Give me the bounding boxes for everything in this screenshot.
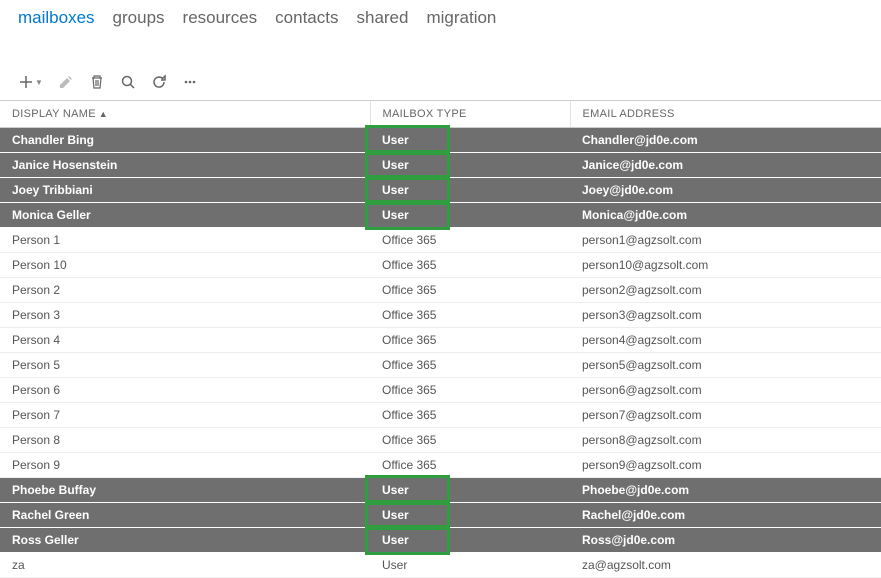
- cell-email: person9@agzsolt.com: [570, 453, 881, 478]
- cell-email: Joey@jd0e.com: [570, 178, 881, 203]
- cell-display-name: Person 8: [0, 428, 370, 453]
- cell-display-name: Person 7: [0, 403, 370, 428]
- mailbox-table: DISPLAY NAME MAILBOX TYPE EMAIL ADDRESS …: [0, 100, 881, 578]
- cell-mailbox-type: User: [370, 153, 570, 178]
- table-row[interactable]: Phoebe BuffayUserPhoebe@jd0e.com: [0, 478, 881, 503]
- nav-tabs: mailboxes groups resources contacts shared mi…: [0, 0, 881, 34]
- table-row[interactable]: Person 3Office 365person3@agzsolt.com: [0, 303, 881, 328]
- chevron-down-icon: ▼: [35, 78, 43, 87]
- cell-display-name: Ross Geller: [0, 528, 370, 553]
- toolbar: ▼: [0, 34, 881, 100]
- cell-mailbox-type: Office 365: [370, 303, 570, 328]
- table-row[interactable]: zaUserza@agzsolt.com: [0, 553, 881, 578]
- refresh-button[interactable]: [151, 74, 167, 90]
- cell-display-name: Person 4: [0, 328, 370, 353]
- table-row[interactable]: Rachel GreenUserRachel@jd0e.com: [0, 503, 881, 528]
- cell-email: person5@agzsolt.com: [570, 353, 881, 378]
- cell-display-name: Person 10: [0, 253, 370, 278]
- table-row[interactable]: Person 9Office 365person9@agzsolt.com: [0, 453, 881, 478]
- cell-display-name: Person 3: [0, 303, 370, 328]
- cell-email: Chandler@jd0e.com: [570, 128, 881, 153]
- tab-shared[interactable]: shared: [356, 8, 408, 28]
- table-row[interactable]: Person 4Office 365person4@agzsolt.com: [0, 328, 881, 353]
- cell-mailbox-type: Office 365: [370, 453, 570, 478]
- cell-email: person6@agzsolt.com: [570, 378, 881, 403]
- cell-mailbox-type: User: [370, 203, 570, 228]
- tab-contacts[interactable]: contacts: [275, 8, 338, 28]
- cell-email: person4@agzsolt.com: [570, 328, 881, 353]
- table-row[interactable]: Person 1Office 365person1@agzsolt.com: [0, 228, 881, 253]
- tab-migration[interactable]: migration: [426, 8, 496, 28]
- table-row[interactable]: Person 7Office 365person7@agzsolt.com: [0, 403, 881, 428]
- header-mailbox-type[interactable]: MAILBOX TYPE: [370, 101, 570, 128]
- table-row[interactable]: Person 10Office 365person10@agzsolt.com: [0, 253, 881, 278]
- cell-display-name: Monica Geller: [0, 203, 370, 228]
- table-row[interactable]: Janice HosensteinUserJanice@jd0e.com: [0, 153, 881, 178]
- cell-mailbox-type: User: [370, 528, 570, 553]
- cell-display-name: Janice Hosenstein: [0, 153, 370, 178]
- cell-mailbox-type: Office 365: [370, 253, 570, 278]
- cell-mailbox-type: Office 365: [370, 353, 570, 378]
- table-row[interactable]: Monica GellerUserMonica@jd0e.com: [0, 203, 881, 228]
- cell-mailbox-type: Office 365: [370, 278, 570, 303]
- cell-display-name: Person 2: [0, 278, 370, 303]
- cell-mailbox-type: User: [370, 178, 570, 203]
- cell-display-name: Joey Tribbiani: [0, 178, 370, 203]
- cell-email: za@agzsolt.com: [570, 553, 881, 578]
- cell-mailbox-type: Office 365: [370, 328, 570, 353]
- header-email[interactable]: EMAIL ADDRESS: [570, 101, 881, 128]
- cell-email: Rachel@jd0e.com: [570, 503, 881, 528]
- cell-display-name: Person 5: [0, 353, 370, 378]
- more-button[interactable]: [182, 74, 198, 90]
- cell-mailbox-type: Office 365: [370, 428, 570, 453]
- cell-email: person7@agzsolt.com: [570, 403, 881, 428]
- table-row[interactable]: Joey TribbianiUserJoey@jd0e.com: [0, 178, 881, 203]
- cell-email: Phoebe@jd0e.com: [570, 478, 881, 503]
- cell-email: Ross@jd0e.com: [570, 528, 881, 553]
- table-row[interactable]: Person 8Office 365person8@agzsolt.com: [0, 428, 881, 453]
- cell-mailbox-type: Office 365: [370, 403, 570, 428]
- table-row[interactable]: Person 2Office 365person2@agzsolt.com: [0, 278, 881, 303]
- cell-email: person10@agzsolt.com: [570, 253, 881, 278]
- table-row[interactable]: Chandler BingUserChandler@jd0e.com: [0, 128, 881, 153]
- cell-email: Janice@jd0e.com: [570, 153, 881, 178]
- cell-display-name: Rachel Green: [0, 503, 370, 528]
- cell-mailbox-type: User: [370, 478, 570, 503]
- cell-display-name: Chandler Bing: [0, 128, 370, 153]
- table-row[interactable]: Person 5Office 365person5@agzsolt.com: [0, 353, 881, 378]
- cell-mailbox-type: Office 365: [370, 378, 570, 403]
- cell-email: Monica@jd0e.com: [570, 203, 881, 228]
- cell-mailbox-type: User: [370, 503, 570, 528]
- cell-email: person2@agzsolt.com: [570, 278, 881, 303]
- delete-button[interactable]: [89, 74, 105, 90]
- cell-display-name: za: [0, 553, 370, 578]
- table-header-row: DISPLAY NAME MAILBOX TYPE EMAIL ADDRESS: [0, 101, 881, 128]
- cell-display-name: Person 6: [0, 378, 370, 403]
- tab-mailboxes[interactable]: mailboxes: [18, 8, 95, 28]
- tab-groups[interactable]: groups: [113, 8, 165, 28]
- header-display-name[interactable]: DISPLAY NAME: [0, 101, 370, 128]
- cell-display-name: Phoebe Buffay: [0, 478, 370, 503]
- cell-mailbox-type: Office 365: [370, 228, 570, 253]
- cell-email: person8@agzsolt.com: [570, 428, 881, 453]
- search-button[interactable]: [120, 74, 136, 90]
- add-button[interactable]: ▼: [18, 74, 43, 90]
- tab-resources[interactable]: resources: [183, 8, 258, 28]
- cell-email: person1@agzsolt.com: [570, 228, 881, 253]
- cell-display-name: Person 9: [0, 453, 370, 478]
- table-row[interactable]: Person 6Office 365person6@agzsolt.com: [0, 378, 881, 403]
- table-row[interactable]: Ross GellerUserRoss@jd0e.com: [0, 528, 881, 553]
- edit-button[interactable]: [58, 74, 74, 90]
- cell-mailbox-type: User: [370, 553, 570, 578]
- cell-display-name: Person 1: [0, 228, 370, 253]
- cell-email: person3@agzsolt.com: [570, 303, 881, 328]
- cell-mailbox-type: User: [370, 128, 570, 153]
